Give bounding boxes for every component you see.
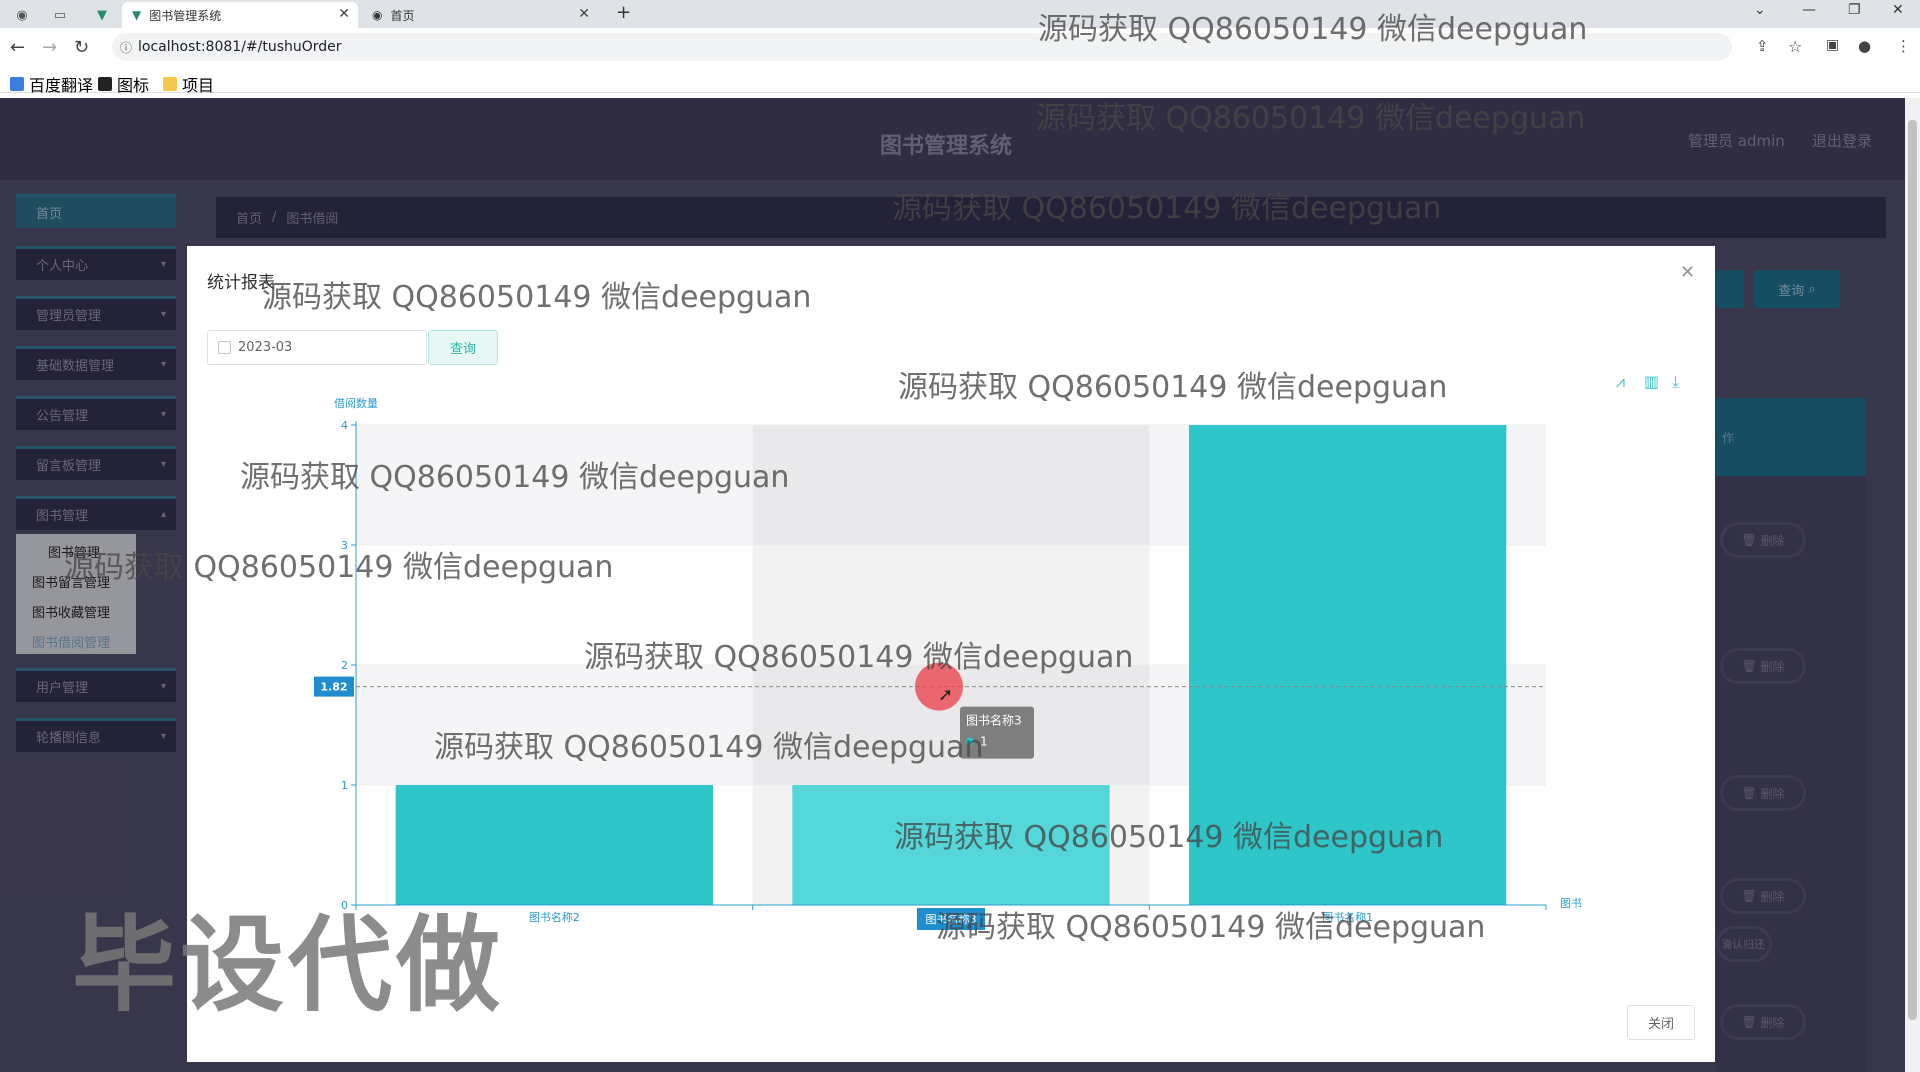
watermark: 源码获取 QQ86050149 微信deepguan <box>240 460 790 495</box>
y-tick-label: 4 <box>341 419 348 432</box>
big-watermark: 毕设代做 <box>72 904 505 1026</box>
watermark: 源码获取 QQ86050149 微信deepguan <box>892 191 1442 226</box>
watermark: 源码获取 QQ86050149 微信deepguan <box>1038 12 1588 47</box>
watermark: 源码获取 QQ86050149 微信deepguan <box>262 280 812 315</box>
x-axis-title: 图书 <box>1560 897 1582 910</box>
watermark: 源码获取 QQ86050149 微信deepguan <box>64 550 614 585</box>
y-tick-label: 1 <box>341 779 348 792</box>
watermark: 源码获取 QQ86050149 微信deepguan <box>894 820 1444 855</box>
x-tick-label: 图书名称2 <box>529 910 580 924</box>
watermark: 源码获取 QQ86050149 微信deepguan <box>898 370 1448 405</box>
close-dialog-button[interactable]: 关闭 <box>1627 1005 1695 1040</box>
cursor-arrow-icon: ➚ <box>938 685 953 706</box>
y-tick-label: 2 <box>341 659 348 672</box>
watermark: 源码获取 QQ86050149 微信deepguan <box>584 640 1134 675</box>
axis-pointer-value: 1.82 <box>320 681 347 694</box>
watermark: 源码获取 QQ86050149 微信deepguan <box>936 910 1486 945</box>
y-axis-title: 借阅数量 <box>334 397 378 410</box>
watermark: 源码获取 QQ86050149 微信deepguan <box>434 730 984 765</box>
watermark: 源码获取 QQ86050149 微信deepguan <box>1036 101 1586 136</box>
